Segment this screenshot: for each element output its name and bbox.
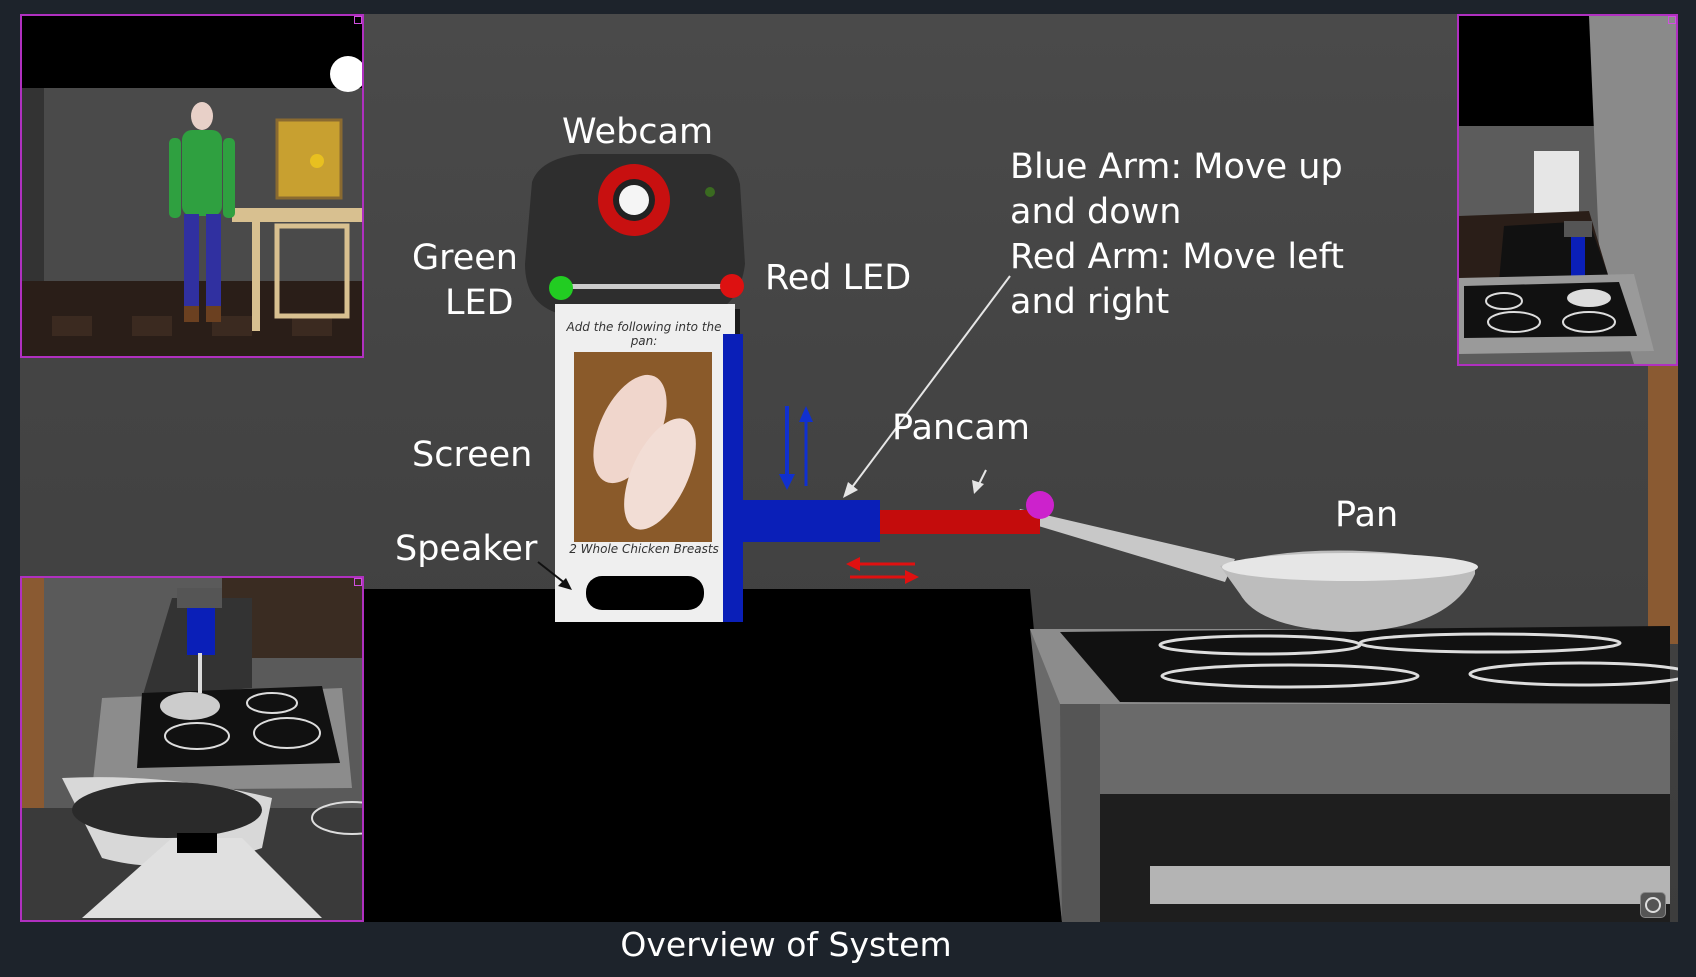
label-screen: Screen (412, 435, 533, 475)
view-corner-handle[interactable] (354, 16, 362, 24)
circle-arrow-icon[interactable] (1640, 892, 1666, 918)
view-corner-handle[interactable] (354, 578, 362, 586)
label-arm-note-3: Red Arm: Move left (1010, 237, 1345, 277)
label-red-led: Red LED (765, 258, 912, 298)
label-green-led-line2: LED (445, 283, 514, 323)
label-speaker: Speaker (395, 529, 538, 569)
device-screen-item: 2 Whole Chicken Breasts (569, 542, 719, 556)
label-arm-note-4: and right (1010, 282, 1170, 322)
label-arm-note-2: and down (1010, 192, 1182, 232)
slide-caption: Overview of System (620, 925, 952, 964)
camera-view-dining-room[interactable] (20, 14, 364, 358)
label-arm-note-1: Blue Arm: Move up (1010, 147, 1343, 187)
camera-view-kitchen-rear[interactable] (20, 576, 364, 922)
label-webcam: Webcam (562, 112, 714, 152)
label-green-led-line1: Green (412, 238, 518, 278)
kitchen-overview-render (1459, 16, 1676, 364)
view-corner-handle[interactable] (1668, 16, 1676, 24)
camera-view-kitchen-overview[interactable] (1457, 14, 1678, 366)
kitchen-rear-render (22, 578, 362, 920)
label-pan: Pan (1335, 495, 1399, 535)
device-screen-instruction: Add the following into the pan: (566, 320, 722, 348)
dining-room-render (22, 16, 362, 356)
label-pancam: Pancam (892, 408, 1030, 448)
